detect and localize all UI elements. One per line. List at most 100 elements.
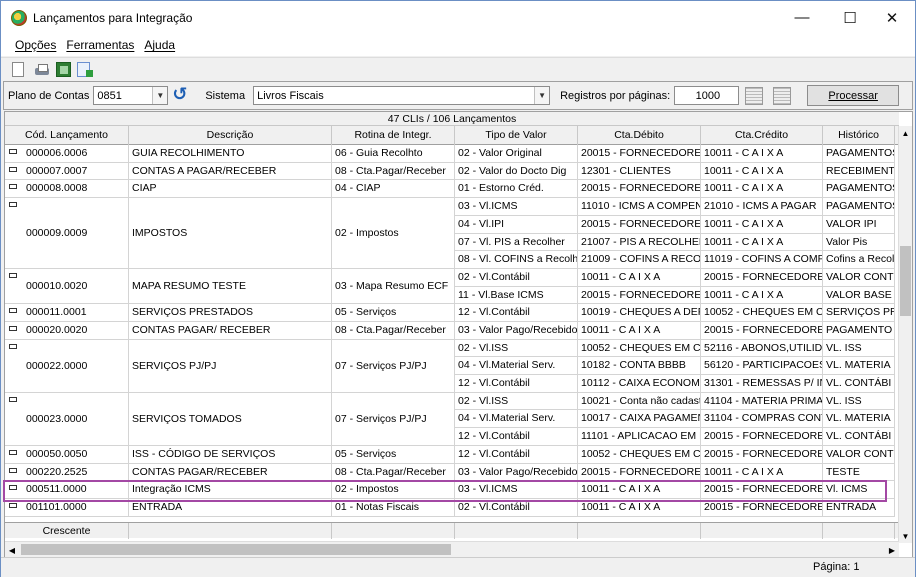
collapse-icon[interactable] [9,344,17,349]
rotina-cell: 07 - Serviços PJ/PJ [332,393,455,446]
plano-combo[interactable]: 0851 ▼ [93,86,169,105]
tipo-cell: 03 - Valor Pago/Recebido [455,464,578,481]
column-header[interactable]: Cta.Crédito [701,126,823,145]
collapse-icon[interactable] [9,308,17,313]
registros-input[interactable]: 1000 [674,86,740,105]
collapse-icon[interactable] [9,397,17,402]
tipo-cell: 03 - Vl.ICMS [455,481,578,499]
codigo-cell-text: 000006.0006 [26,147,88,159]
column-header[interactable]: Histórico [823,126,895,145]
horizontal-scrollbar[interactable]: ◀ ▶ [5,541,899,557]
debito-cell: 20015 - FORNECEDORES [578,287,701,304]
collapse-icon[interactable] [9,184,17,189]
descricao-cell-text: CONTAS PAGAR/ RECEBER [132,324,271,336]
debito-cell: 10021 - Conta não cadastrada [578,393,701,410]
sistema-combo[interactable]: Livros Fiscais ▼ [253,86,551,105]
tipo-cell: 02 - Vl.ISS [455,393,578,410]
rotina-cell: 02 - Impostos [332,198,455,269]
debito-cell: 10019 - CHEQUES A DEPOSITAR [578,304,701,322]
chevron-down-icon[interactable]: ▼ [534,87,550,104]
scroll-down-icon[interactable]: ▼ [899,529,912,543]
column-header[interactable]: Cta.Débito [578,126,701,145]
hscroll-thumb[interactable] [21,544,451,555]
rotina-cell-text: 02 - Impostos [335,483,399,495]
credito-cell: 20015 - FORNECEDORES [701,446,823,464]
grid-options-icon[interactable] [745,86,764,105]
plano-label: Plano de Contas [8,89,90,102]
historico-cell: VL. CONTÁBI [823,428,895,446]
historico-cell: VALOR CONT [823,269,895,287]
collapse-icon[interactable] [9,202,17,207]
menu-ajuda[interactable]: Ajuda [144,38,175,52]
filter-bar: Plano de Contas 0851 ▼ Sistema Livros Fi… [3,81,913,110]
chevron-down-icon[interactable]: ▼ [152,87,168,104]
scroll-up-icon[interactable]: ▲ [899,126,912,140]
credito-cell: 10011 - C A I X A [701,180,823,198]
new-document-icon[interactable] [12,62,24,77]
column-header[interactable]: Cód. Lançamento [5,126,129,145]
historico-cell: VL. ISS [823,393,895,410]
tipo-cell: 02 - Vl.Contábil [455,499,578,517]
codigo-cell-text: 000023.0000 [26,412,88,425]
descricao-cell-text: Integração ICMS [132,483,211,495]
grid-header: Cód. Lançamento Descrição Rotina de Integr… [5,126,899,145]
credito-cell: 41104 - MATERIA PRIMA [701,393,823,410]
excel-export-icon[interactable] [56,62,71,77]
historico-cell: PAGAMENTO [823,322,895,340]
rotina-cell-text: 03 - Mapa Resumo ECF [335,279,449,292]
collapse-icon[interactable] [9,149,17,154]
descricao-cell: SERVIÇOS TOMADOS [129,393,332,446]
grid-settings-icon[interactable] [773,86,792,105]
column-header[interactable]: Rotina de Integr. [332,126,455,145]
credito-cell: 10011 - C A I X A [701,216,823,234]
footer-cell [578,523,701,539]
export-icon[interactable] [77,62,93,77]
close-button[interactable]: ✕ [869,1,915,34]
rotina-cell: 07 - Serviços PJ/PJ [332,340,455,393]
registros-label: Registros por páginas: [560,89,671,102]
refresh-icon[interactable] [171,84,191,105]
scroll-left-icon[interactable]: ◀ [5,542,19,557]
collapse-icon[interactable] [9,326,17,331]
debito-cell: 20015 - FORNECEDORES [578,145,701,163]
credito-cell: 21010 - ICMS A PAGAR [701,198,823,216]
credito-cell: 10011 - C A I X A [701,287,823,304]
footer-cell [332,523,455,539]
tipo-cell: 07 - Vl. PIS a Recolher [455,234,578,251]
historico-cell: VALOR BASE [823,287,895,304]
collapse-icon[interactable] [9,273,17,278]
credito-cell: 11019 - COFINS A COMPENSAR [701,251,823,269]
codigo-cell-text: 000007.0007 [26,165,88,177]
column-header[interactable]: Descrição [129,126,332,145]
processar-button[interactable]: Processar [807,85,900,106]
tipo-cell: 04 - Vl.Material Serv. [455,357,578,375]
descricao-cell: GUIA RECOLHIMENTO [129,145,332,163]
collapse-icon[interactable] [9,468,17,473]
debito-cell: 21007 - PIS A RECOLHER [578,234,701,251]
column-header[interactable]: Tipo de Valor [455,126,578,145]
menu-ferramentas[interactable]: Ferramentas [66,38,134,52]
codigo-cell-text: 000511.0000 [26,483,87,495]
codigo-cell: 000023.0000 [5,393,129,446]
descricao-cell-text: IMPOSTOS [132,226,188,239]
minimize-button[interactable]: — [779,1,825,34]
collapse-icon[interactable] [9,167,17,172]
credito-cell: 20015 - FORNECEDORES [701,428,823,446]
credito-cell: 20015 - FORNECEDORES [701,269,823,287]
footer-cell [701,523,823,539]
codigo-cell: 000008.0008 [5,180,129,198]
collapse-icon[interactable] [9,485,17,490]
collapse-icon[interactable] [9,503,17,508]
maximize-button[interactable]: ☐ [827,1,873,34]
codigo-cell-text: 000022.0000 [26,359,88,372]
collapse-icon[interactable] [9,450,17,455]
debito-cell: 10182 - CONTA BBBB [578,357,701,375]
historico-cell: VALOR CONT [823,446,895,464]
tipo-cell: 12 - Vl.Contábil [455,304,578,322]
scroll-thumb[interactable] [900,246,911,316]
vertical-scrollbar[interactable]: ▲ ▼ [898,126,912,543]
menu-opcoes[interactable]: Opções [15,38,56,52]
print-icon[interactable] [34,63,50,77]
scroll-right-icon[interactable]: ▶ [885,542,899,557]
historico-cell: RECEBIMENT [823,163,895,180]
